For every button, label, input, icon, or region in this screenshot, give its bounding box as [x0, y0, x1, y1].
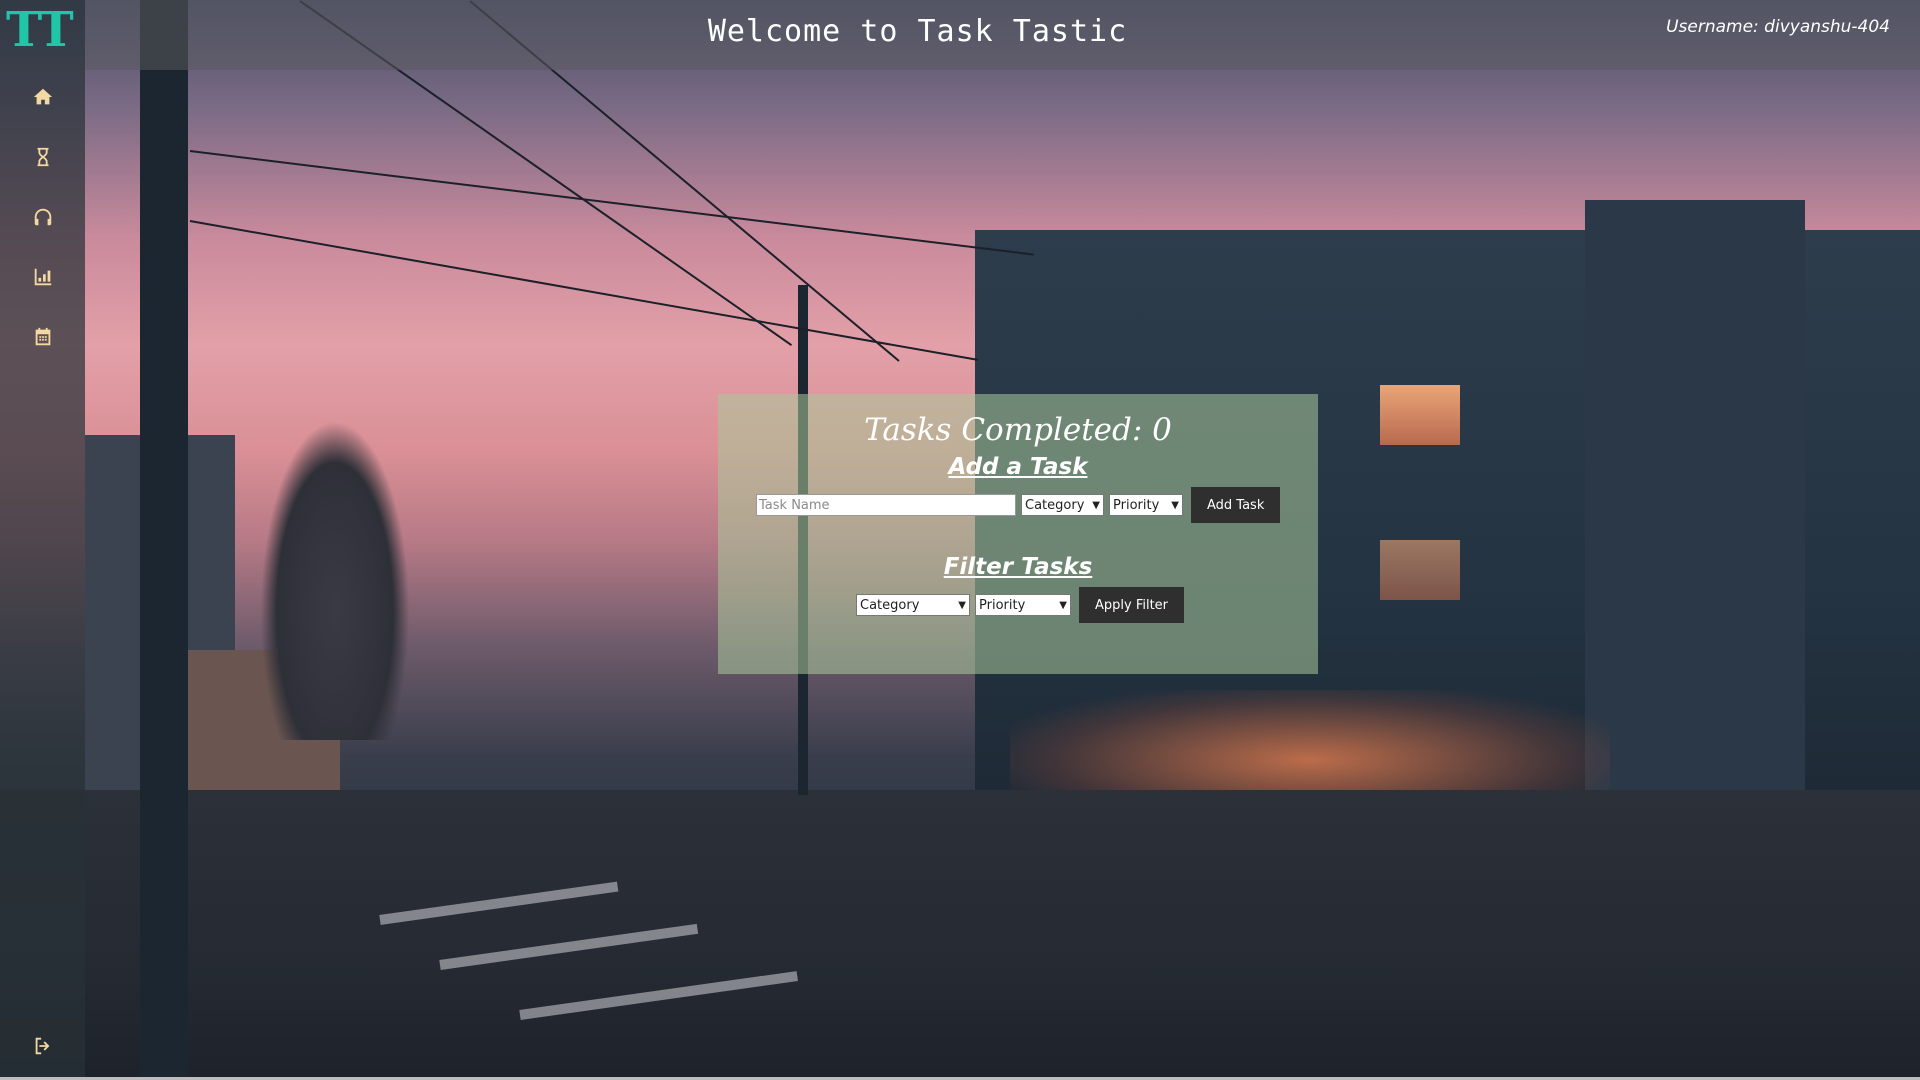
top-header: Welcome to Task Tastic Username: divyans… — [85, 0, 1920, 70]
right-tower — [1585, 200, 1805, 860]
power-line — [189, 150, 1034, 256]
hourglass-icon[interactable] — [30, 144, 56, 170]
page-title: Welcome to Task Tastic — [707, 14, 1128, 49]
road — [0, 790, 1920, 1080]
tasks-completed-counter: Tasks Completed: 0 — [864, 412, 1172, 448]
filter-category-value: Category — [860, 597, 920, 613]
lit-window — [1380, 385, 1460, 445]
add-task-button[interactable]: Add Task — [1191, 487, 1281, 523]
sidebar: TT — [0, 0, 85, 1080]
apply-filter-button[interactable]: Apply Filter — [1079, 587, 1185, 623]
utility-pole — [140, 0, 188, 1080]
filter-priority-select[interactable]: Priority ▼ — [975, 594, 1071, 616]
lit-window — [1380, 540, 1460, 600]
chart-icon[interactable] — [30, 264, 56, 290]
logout-icon[interactable] — [30, 1033, 56, 1059]
chevron-down-icon: ▼ — [958, 599, 966, 611]
username-label: Username: divyanshu-404 — [1666, 17, 1890, 37]
chevron-down-icon: ▼ — [1171, 499, 1179, 511]
app-logo[interactable]: TT — [6, 2, 74, 58]
calendar-icon[interactable] — [30, 324, 56, 350]
tree — [260, 420, 410, 740]
filter-category-select[interactable]: Category ▼ — [856, 594, 970, 616]
add-task-form: Category ▼ Priority ▼ Add Task — [756, 487, 1281, 523]
add-task-heading: Add a Task — [948, 454, 1088, 480]
priority-select[interactable]: Priority ▼ — [1109, 494, 1183, 516]
headphones-icon[interactable] — [30, 204, 56, 230]
filter-tasks-heading: Filter Tasks — [943, 554, 1093, 580]
task-panel: Tasks Completed: 0 Add a Task Category ▼… — [718, 394, 1318, 674]
power-line — [189, 220, 979, 361]
filter-priority-value: Priority — [979, 597, 1026, 613]
chevron-down-icon: ▼ — [1059, 599, 1067, 611]
filter-form: Category ▼ Priority ▼ Apply Filter — [856, 587, 1185, 623]
category-select[interactable]: Category ▼ — [1021, 494, 1104, 516]
home-icon[interactable] — [30, 84, 56, 110]
priority-select-value: Priority — [1113, 497, 1160, 513]
category-select-value: Category — [1025, 497, 1085, 513]
chevron-down-icon: ▼ — [1092, 499, 1100, 511]
task-name-input[interactable] — [756, 494, 1016, 516]
